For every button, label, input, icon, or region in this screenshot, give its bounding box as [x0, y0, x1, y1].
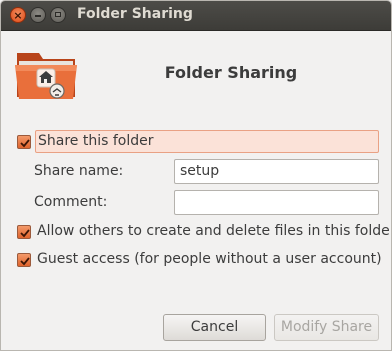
- share-name-input[interactable]: setup: [174, 159, 379, 184]
- modify-share-button[interactable]: Modify Share: [274, 314, 379, 341]
- checkmark-icon: [20, 229, 30, 238]
- minimize-icon: [35, 15, 41, 17]
- close-icon: ×: [13, 9, 23, 22]
- share-name-label: Share name:: [34, 163, 124, 179]
- minimize-window-button[interactable]: [30, 7, 46, 23]
- share-this-folder-label: Share this folder: [38, 133, 154, 149]
- dialog-heading: Folder Sharing: [164, 63, 298, 82]
- maximize-icon: [55, 12, 61, 17]
- checkmark-icon: [20, 257, 30, 266]
- checkmark-icon: [20, 139, 30, 148]
- comment-label: Comment:: [34, 194, 108, 210]
- guest-access-label: Guest access (for people without a user …: [37, 251, 382, 267]
- share-this-folder-checkbox[interactable]: [17, 135, 31, 149]
- allow-others-checkbox[interactable]: [17, 225, 31, 239]
- title-bar: × Folder Sharing: [1, 1, 391, 31]
- allow-others-label: Allow others to create and delete files …: [37, 223, 392, 239]
- window-title: Folder Sharing: [77, 6, 193, 22]
- folder-sharing-dialog: × Folder Sharing Folder Sharing Share th…: [0, 0, 392, 351]
- maximize-window-button[interactable]: [50, 7, 66, 23]
- comment-input[interactable]: [174, 190, 379, 215]
- close-window-button[interactable]: ×: [10, 7, 26, 23]
- cancel-button[interactable]: Cancel: [163, 314, 266, 341]
- share-this-folder-row[interactable]: Share this folder: [35, 130, 379, 153]
- guest-access-checkbox[interactable]: [17, 253, 31, 267]
